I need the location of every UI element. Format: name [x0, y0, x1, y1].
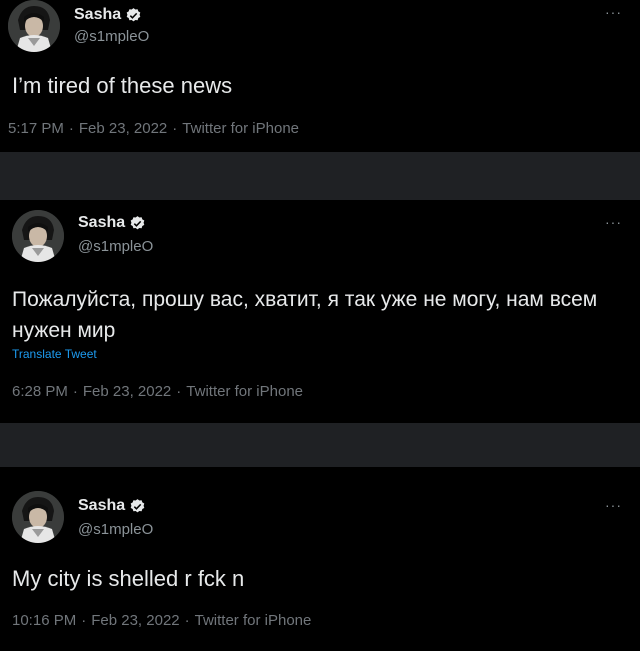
tweet-text: I’m tired of these news [12, 73, 233, 98]
verified-badge-icon [130, 215, 145, 229]
tweet-3[interactable]: Sasha @s1mpleO ··· My city is shelled r … [0, 467, 640, 651]
tweet-meta: 6:28 PM · Feb 23, 2022 · Twitter for iPhone [12, 383, 303, 400]
tweet-separator [0, 423, 640, 467]
meta-dot: · [184, 612, 190, 629]
avatar[interactable] [8, 0, 60, 52]
avatar[interactable] [12, 210, 64, 262]
verified-badge-icon [130, 498, 145, 512]
author-handle[interactable]: @s1mpleO [74, 28, 149, 45]
avatar[interactable] [12, 491, 64, 543]
more-options-icon[interactable]: ··· [605, 214, 622, 230]
tweet-1[interactable]: Sasha @s1mpleO ··· I’m tired of these ne… [0, 0, 640, 152]
author-name[interactable]: Sasha [78, 497, 125, 515]
tweet-text: My city is shelled r fck n [12, 566, 245, 591]
avatar-image [12, 210, 64, 262]
tweet-time[interactable]: 5:17 PM [8, 120, 64, 137]
author-name[interactable]: Sasha [74, 6, 121, 24]
author-name[interactable]: Sasha [78, 214, 125, 232]
tweet-time[interactable]: 6:28 PM [12, 383, 68, 400]
meta-dot: · [72, 383, 78, 400]
tweet-source[interactable]: Twitter for iPhone [186, 383, 303, 400]
meta-dot: · [172, 120, 178, 137]
tweet-date[interactable]: Feb 23, 2022 [79, 120, 167, 137]
more-options-icon[interactable]: ··· [605, 4, 622, 20]
tweet-source[interactable]: Twitter for iPhone [195, 612, 312, 629]
author-handle[interactable]: @s1mpleO [78, 521, 153, 538]
tweet-meta: 5:17 PM · Feb 23, 2022 · Twitter for iPhone [8, 120, 299, 137]
more-options-icon[interactable]: ··· [605, 497, 622, 513]
meta-dot: · [176, 383, 182, 400]
avatar-image [12, 491, 64, 543]
verified-badge-icon [126, 7, 141, 21]
meta-dot: · [81, 612, 87, 629]
tweet-text: Пожалуйста, прошу вас, хватит, я так уже… [12, 288, 598, 342]
tweet-separator [0, 152, 640, 200]
meta-dot: · [68, 120, 74, 137]
translate-tweet-link[interactable]: Translate Tweet [12, 347, 97, 361]
tweet-source[interactable]: Twitter for iPhone [182, 120, 299, 137]
tweet-date[interactable]: Feb 23, 2022 [91, 612, 179, 629]
tweet-date[interactable]: Feb 23, 2022 [83, 383, 171, 400]
tweet-2[interactable]: Sasha @s1mpleO ··· Пожалуйста, прошу вас… [0, 200, 640, 423]
avatar-image [8, 0, 60, 52]
author-handle[interactable]: @s1mpleO [78, 238, 153, 255]
tweet-meta: 10:16 PM · Feb 23, 2022 · Twitter for iPhone [12, 612, 311, 629]
tweet-time[interactable]: 10:16 PM [12, 612, 76, 629]
